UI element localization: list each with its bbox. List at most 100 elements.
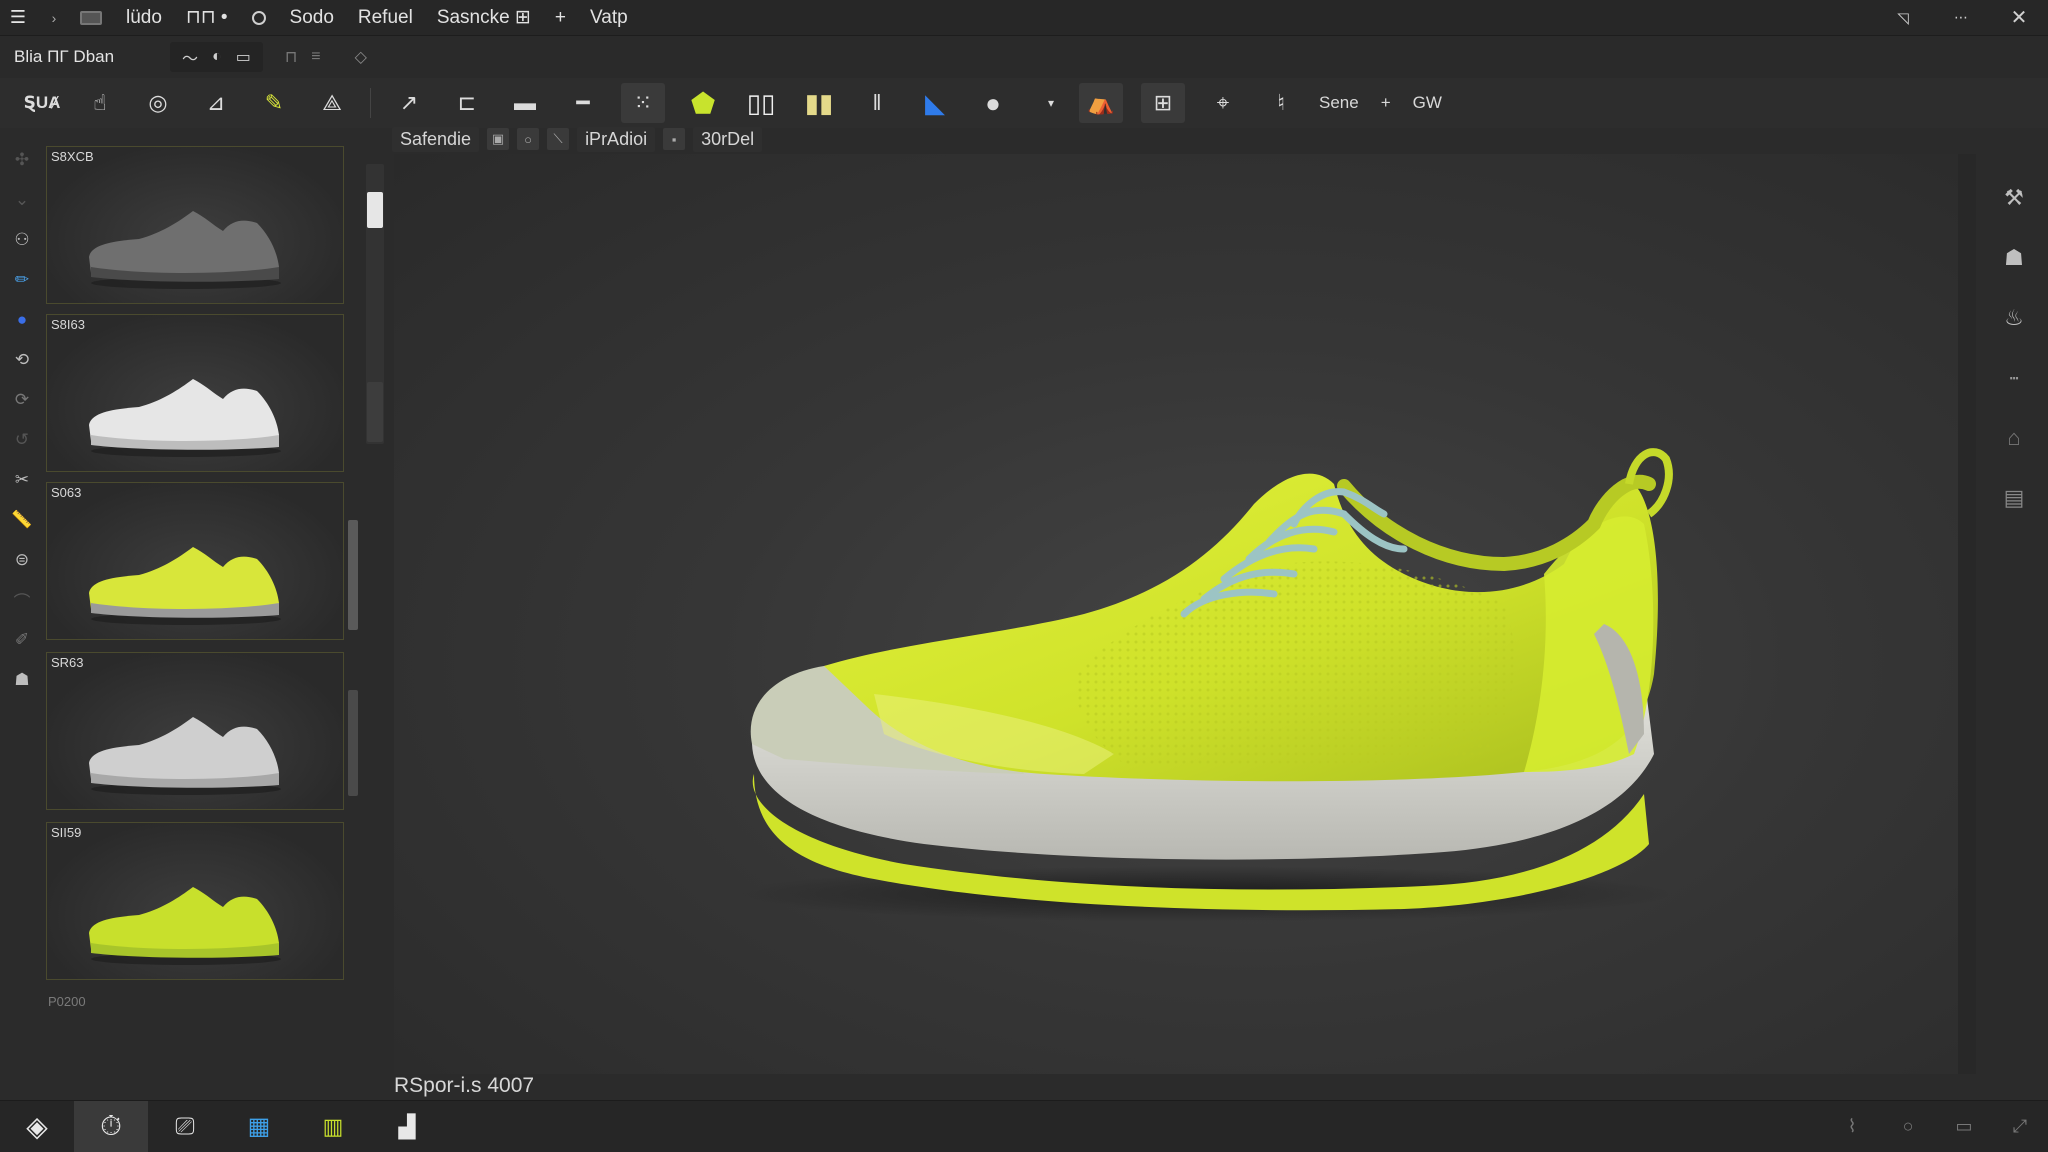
curve-icon[interactable]: ↺ xyxy=(8,426,36,454)
3d-viewport[interactable] xyxy=(394,154,1958,1074)
minus-bar-icon[interactable]: ▬ xyxy=(505,83,545,123)
tab-safendie[interactable]: Safendie xyxy=(392,126,480,152)
knife-icon[interactable]: ✂ xyxy=(8,466,36,494)
last-stand-icon[interactable]: ⊞ xyxy=(1141,83,1185,123)
list-icon[interactable]: ≡ xyxy=(311,48,320,66)
pin-icon[interactable]: ◹ xyxy=(1874,0,1932,36)
slash-icon[interactable]: ⟍ xyxy=(547,128,570,150)
wave-icon[interactable]: 〜 xyxy=(182,45,198,69)
tab-3ordel[interactable]: 30rDel xyxy=(693,126,763,152)
layers-icon[interactable]: ▤ xyxy=(1996,480,2032,516)
move-icon[interactable]: ✣ xyxy=(8,146,36,174)
page-icon[interactable]: ▟ xyxy=(370,1101,444,1152)
mannequin-icon[interactable]: ⛺ xyxy=(1079,83,1123,123)
shoe-icon[interactable]: ⚇ xyxy=(8,226,36,254)
menu-item-ludo[interactable]: lüdo xyxy=(114,0,174,36)
toolbar-label-plus[interactable]: + xyxy=(1381,93,1391,113)
thumbnail-card[interactable]: SR63 xyxy=(46,652,344,810)
close-icon[interactable]: ✕ xyxy=(1990,0,2048,36)
gallery-scrollbar-mini[interactable] xyxy=(367,382,383,442)
path-icon[interactable]: ⟳ xyxy=(8,386,36,414)
tab-iprador[interactable]: iPrAdioi xyxy=(577,126,656,152)
chevron-right-icon[interactable]: › xyxy=(36,0,72,36)
bottom-dock: ◈ ⏱ ⎚ ▦ ▥ ▟ ⌇ ○ ▭ ⤢ xyxy=(0,1100,2048,1152)
viewport-scroll-rail[interactable] xyxy=(1958,154,1976,1074)
tool-label[interactable]: ⱾUȺ xyxy=(22,83,62,123)
thumbnail-card[interactable]: SII59 xyxy=(46,822,344,980)
document-bar: Blia ΠΓ Dban 〜 ◐ ▭ ⊓ ≡ ◇ xyxy=(0,36,2048,78)
square-icon[interactable]: ▪ xyxy=(663,128,686,150)
pencil-icon[interactable]: ✏ xyxy=(8,266,36,294)
lasso-icon[interactable]: ⟁ xyxy=(312,83,352,123)
swatch-book-icon[interactable]: ▮▮ xyxy=(799,83,839,123)
thumbnail-card[interactable]: S063 xyxy=(46,482,344,640)
gallery-scrollbar-thumb[interactable] xyxy=(367,192,383,228)
expand-icon[interactable]: ⤢ xyxy=(1992,1116,2048,1137)
spiral-icon[interactable]: ◎ xyxy=(138,83,178,123)
connector-icon[interactable]: ⌇ xyxy=(1824,1116,1880,1137)
toolbar-divider xyxy=(370,88,371,118)
frame-icon[interactable]: ⊓ xyxy=(285,47,297,67)
toolbar-label-sene[interactable]: Sene xyxy=(1319,93,1359,113)
shoe-model-render[interactable] xyxy=(644,374,1744,934)
minimize-icon[interactable]: ⋯ xyxy=(1932,0,1990,36)
timer-icon[interactable]: ⏱ xyxy=(74,1100,148,1152)
shoe-view-icon[interactable]: ⚒ xyxy=(1996,180,2032,216)
menu-item-refuel[interactable]: Refuel xyxy=(346,0,425,36)
blue-triangle-icon[interactable]: ◣ xyxy=(915,83,955,123)
dotted-lines-icon[interactable]: ┅ xyxy=(1996,360,2032,396)
window-icon[interactable]: ▭ xyxy=(1936,1116,1992,1137)
toolbar-label-gw[interactable]: GW xyxy=(1413,93,1442,113)
thumbnail-label: S063 xyxy=(51,485,82,500)
screen-icon[interactable]: ▭ xyxy=(236,47,251,67)
sphere-icon[interactable]: ● xyxy=(973,83,1013,123)
gallery-scrollbar-tertiary[interactable] xyxy=(348,690,358,796)
camera-icon[interactable]: ⎚ xyxy=(148,1101,222,1152)
lock-icon[interactable]: ⌂ xyxy=(1996,420,2032,456)
caret-icon[interactable]: ▾ xyxy=(1031,83,1071,123)
menu-item-sodo[interactable]: Sodo xyxy=(278,0,346,36)
circle-small-icon[interactable]: ○ xyxy=(517,128,540,150)
foot-icon[interactable]: ♨ xyxy=(1996,300,2032,336)
menu-item-vatp[interactable]: Vatp xyxy=(578,0,640,36)
tab-icon[interactable]: ▣ xyxy=(487,128,510,150)
calendar-icon[interactable]: ▦ xyxy=(222,1101,296,1152)
grid-dots-icon[interactable]: ⁙ xyxy=(621,83,665,123)
book-open-icon[interactable]: ▯▯ xyxy=(741,83,781,123)
dash-icon[interactable]: ⌒ xyxy=(8,586,36,614)
thumbnail-card[interactable]: S8I63 xyxy=(46,314,344,472)
gallery-scrollbar-secondary[interactable] xyxy=(348,520,358,630)
shoe-shape-icon[interactable]: ⬟ xyxy=(683,83,723,123)
thumbnail-card[interactable]: S8XCB xyxy=(46,146,344,304)
transform-icon[interactable]: ⟲ xyxy=(8,346,36,374)
shoe-side-icon[interactable]: ☗ xyxy=(1996,240,2032,276)
hand-icon[interactable]: ☝ xyxy=(80,83,120,123)
menu-item-layout[interactable]: ⊓⊓ • xyxy=(174,0,240,36)
crosshair-cursor-icon[interactable]: ⌖ xyxy=(1203,83,1243,123)
folder-icon[interactable] xyxy=(80,10,102,25)
hamburger-icon[interactable]: ☰ xyxy=(0,0,36,36)
ruler-icon[interactable]: 📏 xyxy=(8,506,36,534)
diamond-icon[interactable]: ◇ xyxy=(355,47,367,67)
chevron-icon[interactable]: ⌄ xyxy=(8,186,36,214)
navigate-diamond-icon[interactable]: ◈ xyxy=(0,1101,74,1152)
marker-icon[interactable]: ✎ xyxy=(254,83,294,123)
shoe-fill-icon[interactable]: ☗ xyxy=(8,666,36,694)
brush-icon[interactable]: ǁ xyxy=(857,83,897,123)
menu-item-sasncke[interactable]: Sasncke ⊞ xyxy=(425,0,543,36)
chart-icon[interactable]: ▥ xyxy=(296,1101,370,1152)
stamp-icon[interactable]: ⊜ xyxy=(8,546,36,574)
color-dot-icon[interactable]: ● xyxy=(8,306,36,334)
triangle-ruler-icon[interactable]: ⊿ xyxy=(196,83,236,123)
pen-path-icon[interactable]: ↗ xyxy=(389,83,429,123)
menu-item-add[interactable]: + xyxy=(543,0,578,36)
circle-icon[interactable] xyxy=(251,10,266,25)
document-title: Blia ΠΓ Dban xyxy=(14,47,115,66)
sock-icon[interactable]: ♮ xyxy=(1261,83,1301,123)
dot-icon[interactable]: ○ xyxy=(1880,1116,1936,1137)
edit-icon[interactable]: ✐ xyxy=(8,626,36,654)
line-tool-icon[interactable]: ━ xyxy=(563,83,603,123)
bracket-icon[interactable]: ⊏ xyxy=(447,83,487,123)
variant-gallery: S8XCB S8I63 S063 SR63 SII59 P0200 xyxy=(44,144,348,1014)
half-circle-icon[interactable]: ◐ xyxy=(212,48,222,66)
